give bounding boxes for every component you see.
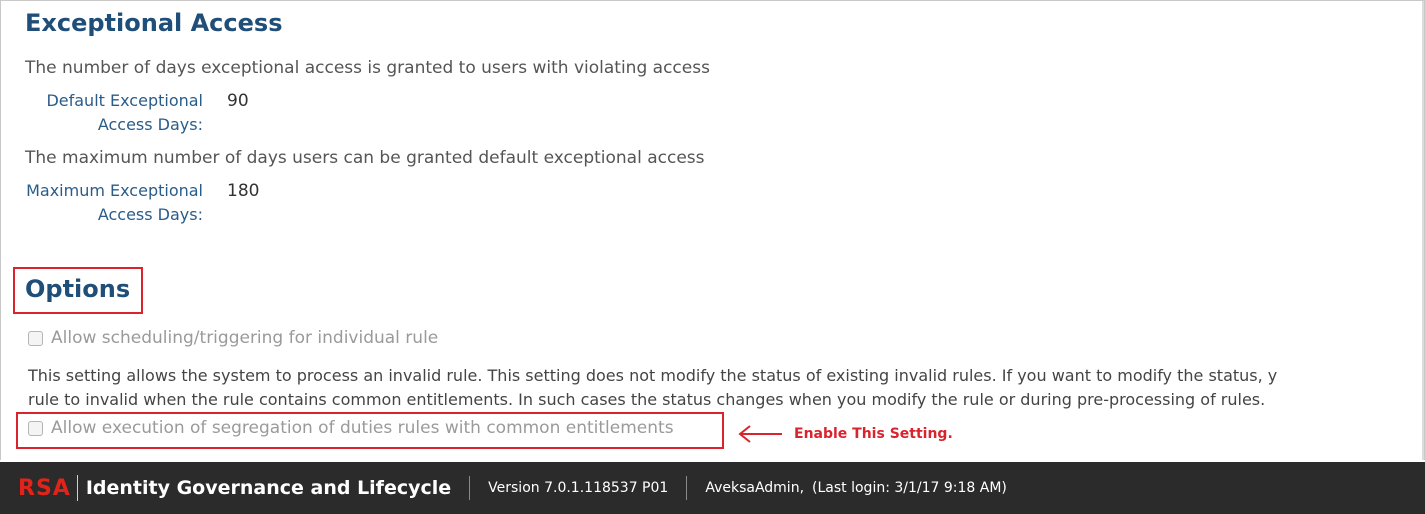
option-help-line-2: rule to invalid when the rule contains c… bbox=[28, 390, 1266, 409]
footer-bar: RSA Identity Governance and Lifecycle Ve… bbox=[0, 462, 1425, 514]
logo-divider bbox=[76, 475, 78, 501]
sod-option[interactable]: Allow execution of segregation of duties… bbox=[28, 418, 674, 438]
sod-checkbox-label: Allow execution of segregation of duties… bbox=[51, 418, 674, 438]
page: Exceptional Access The number of days ex… bbox=[0, 0, 1425, 514]
user-name: AveksaAdmin, bbox=[705, 480, 805, 496]
max-days-description: The maximum number of days users can be … bbox=[25, 148, 705, 168]
footer-separator bbox=[469, 476, 471, 500]
settings-content: Exceptional Access The number of days ex… bbox=[0, 0, 1425, 462]
last-login: (Last login: 3/1/17 9:18 AM) bbox=[812, 480, 1007, 496]
default-days-label: Default Exceptional Access Days: bbox=[46, 91, 203, 134]
version-text: Version 7.0.1.118537 P01 bbox=[488, 480, 669, 496]
exceptional-access-heading: Exceptional Access bbox=[25, 9, 283, 37]
rsa-logo: RSA bbox=[18, 476, 71, 501]
default-days-value: 90 bbox=[227, 91, 249, 111]
default-days-description: The number of days exceptional access is… bbox=[25, 58, 710, 78]
scheduling-checkbox[interactable] bbox=[28, 330, 43, 346]
max-days-value: 180 bbox=[227, 181, 260, 201]
option-help-line-1: This setting allows the system to proces… bbox=[28, 366, 1278, 385]
scheduling-option[interactable]: Allow scheduling/triggering for individu… bbox=[28, 328, 438, 348]
annotation-text: Enable This Setting. bbox=[794, 426, 953, 442]
sod-checkbox[interactable] bbox=[28, 420, 43, 436]
product-name: Identity Governance and Lifecycle bbox=[85, 477, 452, 499]
rsa-logo-text: RSA bbox=[18, 475, 71, 501]
options-heading: Options bbox=[25, 275, 131, 303]
footer-separator bbox=[686, 476, 688, 500]
scheduling-checkbox-label: Allow scheduling/triggering for individu… bbox=[51, 328, 439, 348]
annotation: Enable This Setting. bbox=[738, 424, 953, 444]
left-arrow-icon bbox=[738, 425, 782, 443]
max-days-label: Maximum Exceptional Access Days: bbox=[26, 181, 203, 224]
